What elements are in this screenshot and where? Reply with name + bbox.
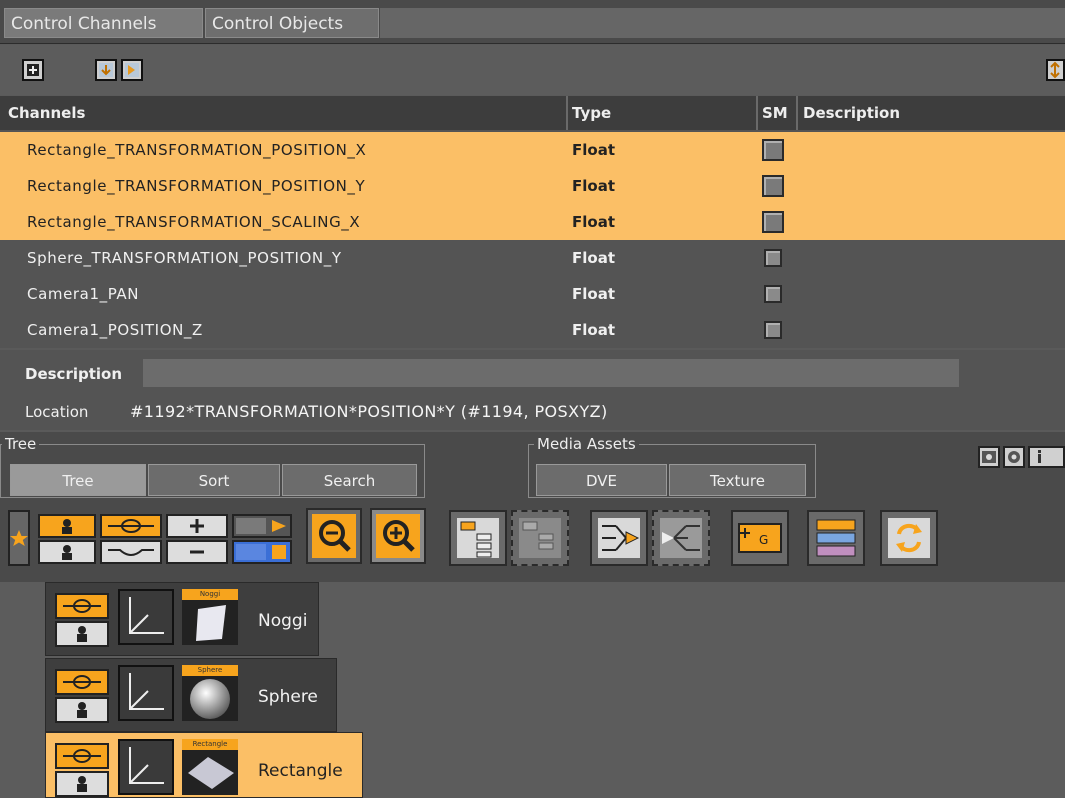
rectangle-thumbnail[interactable]: Rectangle: [182, 739, 238, 795]
table-row[interactable]: Rectangle_TRANSFORMATION_POSITION_Y Floa…: [0, 168, 1065, 204]
table-row[interactable]: Rectangle_TRANSFORMATION_POSITION_X Floa…: [0, 132, 1065, 168]
transform-axes-icon[interactable]: [118, 589, 174, 645]
collapse-minus-icon[interactable]: [166, 540, 228, 564]
header-sm[interactable]: SM: [762, 104, 788, 122]
tab-control-objects[interactable]: Control Objects: [205, 8, 379, 38]
expand-plus-icon[interactable]: [166, 514, 228, 538]
channel-type: Float: [572, 321, 615, 339]
description-label: Description: [25, 365, 123, 383]
thumbnail-tag: Sphere: [182, 665, 238, 676]
import-channels-icon[interactable]: [95, 59, 117, 81]
channel-type: Float: [572, 249, 615, 267]
eye-icon[interactable]: [100, 514, 162, 538]
add-channel-icon[interactable]: [22, 59, 44, 81]
channel-type: Float: [572, 177, 615, 195]
table-row[interactable]: Camera1_PAN Float: [0, 276, 1065, 312]
sm-checkbox[interactable]: [762, 211, 784, 233]
sphere-thumbnail[interactable]: Sphere: [182, 665, 238, 721]
scene-tree: Noggi Noggi Sphere Sphere Rectangle Rect…: [0, 582, 1065, 798]
split-branches-icon[interactable]: [652, 510, 710, 566]
tree-node-sphere[interactable]: Sphere Sphere: [45, 658, 337, 732]
description-field[interactable]: [143, 359, 959, 387]
merge-branches-icon[interactable]: [590, 510, 648, 566]
tree-group-title: Tree: [2, 435, 40, 453]
tab-control-channels[interactable]: Control Channels: [4, 8, 203, 38]
visibility-eye-icon[interactable]: [55, 743, 109, 769]
layers-icon[interactable]: [807, 510, 865, 566]
tree-control-panel: Tree Tree Sort Search Media Assets DVE T…: [0, 432, 1065, 582]
thumbnail-tag: Noggi: [182, 589, 238, 600]
person-icon[interactable]: [55, 621, 109, 647]
sm-checkbox[interactable]: [764, 321, 782, 339]
eye-closed-icon[interactable]: [100, 540, 162, 564]
transform-axes-icon[interactable]: [118, 739, 174, 795]
channel-name: Rectangle_TRANSFORMATION_POSITION_X: [27, 141, 367, 159]
channel-type: Float: [572, 213, 615, 231]
expand-tree-icon[interactable]: [449, 510, 507, 566]
node-label: Rectangle: [258, 761, 343, 781]
header-description[interactable]: Description: [803, 104, 900, 122]
location-value: #1192*TRANSFORMATION*POSITION*Y (#1194, …: [130, 402, 608, 421]
person-alt-icon[interactable]: [38, 540, 96, 564]
sub-directory-icon[interactable]: [232, 514, 292, 538]
visibility-eye-icon[interactable]: [55, 593, 109, 619]
channel-name: Camera1_POSITION_Z: [27, 321, 203, 339]
tree-node-rectangle[interactable]: Rectangle Rectangle: [45, 732, 363, 798]
channel-name: Rectangle_TRANSFORMATION_POSITION_Y: [27, 177, 366, 195]
settings-icon[interactable]: [1003, 446, 1025, 468]
thumbnail-tag: Rectangle: [182, 739, 238, 750]
channels-toolbar: [0, 45, 1065, 95]
channel-details: Description Location #1192*TRANSFORMATIO…: [0, 350, 1065, 430]
table-row[interactable]: Rectangle_TRANSFORMATION_SCALING_X Float: [0, 204, 1065, 240]
channel-name: Camera1_PAN: [27, 285, 140, 303]
visibility-eye-icon[interactable]: [55, 669, 109, 695]
tree-node-noggi[interactable]: Noggi Noggi: [45, 582, 319, 656]
table-header: Channels Type SM Description: [0, 96, 1065, 130]
collapse-tree-icon[interactable]: [511, 510, 569, 566]
panel-options-icon[interactable]: [1046, 59, 1065, 81]
favorites-star-icon[interactable]: [8, 510, 30, 566]
info-icon[interactable]: [1028, 446, 1065, 468]
channel-type: Float: [572, 285, 615, 303]
tree-button[interactable]: Tree: [10, 464, 146, 496]
node-label: Sphere: [258, 687, 318, 707]
sm-checkbox[interactable]: [762, 175, 784, 197]
sort-button[interactable]: Sort: [148, 464, 280, 496]
tab-bar: Control Channels Control Objects: [0, 0, 1065, 44]
zoom-out-icon[interactable]: [306, 508, 362, 564]
transform-axes-icon[interactable]: [118, 665, 174, 721]
export-channels-icon[interactable]: [121, 59, 143, 81]
table-row[interactable]: Camera1_POSITION_Z Float: [0, 312, 1065, 348]
channels-table: Channels Type SM Description Rectangle_T…: [0, 96, 1065, 348]
add-group-icon[interactable]: G: [731, 510, 789, 566]
svg-text:G: G: [759, 533, 768, 547]
search-button[interactable]: Search: [282, 464, 417, 496]
media-assets-title: Media Assets: [534, 435, 639, 453]
node-label: Noggi: [258, 611, 308, 631]
channel-name: Sphere_TRANSFORMATION_POSITION_Y: [27, 249, 342, 267]
channel-name: Rectangle_TRANSFORMATION_SCALING_X: [27, 213, 361, 231]
sm-checkbox[interactable]: [764, 285, 782, 303]
header-type[interactable]: Type: [572, 104, 611, 122]
noggi-thumbnail[interactable]: Noggi: [182, 589, 238, 645]
person-icon[interactable]: [38, 514, 96, 538]
dve-button[interactable]: DVE: [536, 464, 667, 496]
zoom-in-icon[interactable]: [370, 508, 426, 564]
channel-type: Float: [572, 141, 615, 159]
tab-bar-fill: [380, 8, 1065, 38]
sm-checkbox[interactable]: [762, 139, 784, 161]
film-icon[interactable]: [978, 446, 1000, 468]
sub-object-icon[interactable]: [232, 540, 292, 564]
person-icon[interactable]: [55, 771, 109, 797]
refresh-icon[interactable]: [880, 510, 938, 566]
header-channels[interactable]: Channels: [8, 104, 85, 122]
location-label: Location: [25, 403, 89, 421]
texture-button[interactable]: Texture: [669, 464, 806, 496]
person-icon[interactable]: [55, 697, 109, 723]
table-row[interactable]: Sphere_TRANSFORMATION_POSITION_Y Float: [0, 240, 1065, 276]
sm-checkbox[interactable]: [764, 249, 782, 267]
